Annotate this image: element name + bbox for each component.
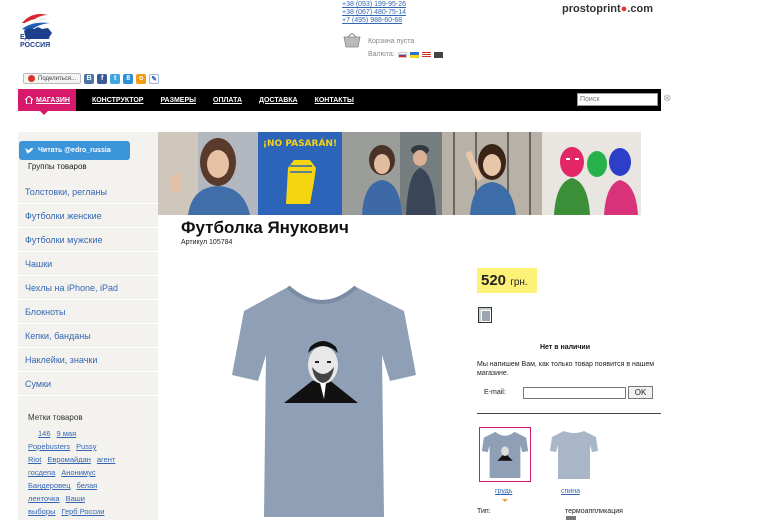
brand-tld: .com	[627, 3, 654, 15]
thumbnail-back-label[interactable]: спина	[561, 488, 580, 495]
tag-link[interactable]: Riot	[28, 453, 41, 466]
product-price: 520 грн.	[477, 268, 537, 293]
facebook-icon[interactable]: f	[97, 73, 108, 84]
twitter-follow-label: Читать @edro_russia	[38, 147, 111, 154]
tag-cloud: 146 9 мая Popebusters Pussy Riot Евромайдан…	[28, 427, 146, 518]
thumbnail-back[interactable]	[548, 427, 600, 482]
cart-status[interactable]: Корзина пуста	[343, 33, 414, 49]
brand-logo[interactable]: prostoprint●.com	[562, 3, 653, 15]
google-icon[interactable]: 8	[123, 73, 134, 84]
flag-ukraine-icon[interactable]	[409, 51, 419, 58]
category-item[interactable]: Футболки женские	[18, 204, 158, 228]
yandex-icon	[28, 75, 35, 82]
tag-link[interactable]: 9 мая	[57, 427, 77, 440]
tags-title: Метки товаров	[28, 413, 83, 422]
sidebar: Читать @edro_russia Группы товаров Толст…	[18, 132, 158, 520]
tag-link[interactable]: 146	[38, 427, 51, 440]
tag-link[interactable]: белая	[77, 479, 98, 492]
currency-selector: Валюта:	[368, 51, 443, 58]
nav-item-constructor[interactable]: КОНСТРУКТОР	[92, 89, 144, 111]
tag-link[interactable]: выборы	[28, 505, 55, 518]
share-button[interactable]: Поделиться...	[23, 73, 82, 84]
email-field[interactable]	[523, 387, 626, 399]
phone-link[interactable]: +7 (495) 988-60-68	[342, 17, 406, 25]
party-logo-text: ЕДИНАЯ РОССИЯ	[20, 34, 51, 49]
notify-ok-button[interactable]: OK	[628, 386, 653, 399]
category-item[interactable]: Сумки	[18, 372, 158, 396]
nav-item-payment[interactable]: ОПЛАТА	[213, 89, 242, 111]
tag-link[interactable]: Евромайдан	[47, 453, 91, 466]
product-tshirt-image[interactable]	[228, 285, 416, 520]
nav-label: МАГАЗИН	[36, 96, 70, 104]
banner-photo-police	[342, 132, 442, 215]
twitter-follow-button[interactable]: Читать @edro_russia	[19, 141, 130, 160]
tag-link[interactable]: Герб России	[61, 505, 104, 518]
nav-item-shop[interactable]: МАГАЗИН	[18, 89, 76, 115]
category-item[interactable]: Чехлы на iPhone, iPad	[18, 276, 158, 300]
cart-label: Корзина пуста	[367, 37, 415, 45]
category-item[interactable]: Кепки, банданы	[18, 324, 158, 348]
category-item[interactable]: Наклейки, значки	[18, 348, 158, 372]
livejournal-icon[interactable]: ✎	[149, 73, 160, 84]
search-input[interactable]	[577, 93, 658, 106]
basket-icon	[343, 33, 361, 48]
tag-link[interactable]: агент	[97, 453, 116, 466]
category-item[interactable]: Блокноты	[18, 300, 158, 324]
phone-list: +38 (093) 199-95-26 +38 (067) 480-75-14 …	[342, 1, 406, 25]
tag-link[interactable]: Popebusters	[28, 440, 70, 453]
banner-photo-cage	[442, 132, 542, 215]
print-type-value: термоаппликация	[565, 508, 623, 515]
groups-title: Группы товаров	[28, 162, 87, 171]
tag-link[interactable]: Pussy	[76, 440, 96, 453]
share-label: Поделиться...	[38, 75, 77, 82]
product-sku: Артикул 105784	[181, 239, 233, 246]
promo-banner[interactable]: ¡NO PASARÁN!	[158, 132, 641, 215]
tag-link[interactable]: госдепа	[28, 466, 55, 479]
price-value: 520	[481, 272, 507, 289]
tag-link[interactable]: Бандеровец	[28, 479, 71, 492]
vk-icon[interactable]: B	[84, 73, 95, 84]
phone-link[interactable]: +38 (067) 480-75-14	[342, 9, 406, 17]
search-clear-icon[interactable]: ⊗	[663, 93, 671, 105]
main-nav: МАГАЗИН КОНСТРУКТОР РАЗМЕРЫ ОПЛАТА ДОСТА…	[18, 89, 671, 115]
divider	[477, 413, 661, 414]
twitter-bird-icon	[25, 147, 34, 153]
tag-link[interactable]: Ваши	[66, 492, 85, 505]
print-type-label: Тип:	[477, 508, 491, 515]
stock-status: Нет в наличии	[540, 344, 591, 351]
brand-name: prostoprint	[562, 3, 621, 15]
category-item[interactable]: Чашки	[18, 252, 158, 276]
banner-no-pasaran-fist: ¡NO PASARÁN!	[258, 132, 342, 215]
banner-sign-text: ¡NO PASARÁN!	[263, 137, 337, 149]
share-bar: Поделиться... B f t 8 o ✎	[23, 73, 160, 84]
selected-marker-icon	[502, 499, 508, 502]
product-title: Футболка Янукович	[181, 218, 349, 237]
notify-text: Мы напишем Вам, как только товар появитс…	[477, 361, 655, 377]
flag-usa-icon[interactable]	[421, 51, 431, 58]
odnoklassniki-icon[interactable]: o	[136, 73, 147, 84]
banner-photo-balaclavas	[542, 132, 641, 215]
category-list: Толстовки, регланы Футболки женские Футб…	[18, 180, 158, 396]
tag-link[interactable]: Анонимус	[61, 466, 95, 479]
thumbnail-front[interactable]	[479, 427, 531, 482]
email-label: E-mail:	[484, 389, 506, 396]
flag-eu-icon[interactable]	[433, 51, 443, 58]
twitter-icon[interactable]: t	[110, 73, 121, 84]
price-currency: грн.	[510, 277, 528, 288]
category-item[interactable]: Футболки мужские	[18, 228, 158, 252]
flag-russia-icon[interactable]	[397, 51, 407, 58]
banner-photo-woman	[158, 132, 258, 215]
phone-link[interactable]: +38 (093) 199-95-26	[342, 1, 406, 9]
thumbnail-front-label[interactable]: грудь	[495, 488, 512, 495]
category-item[interactable]: Толстовки, регланы	[18, 180, 158, 204]
tag-link[interactable]: ленточка	[28, 492, 60, 505]
nav-item-sizes[interactable]: РАЗМЕРЫ	[160, 89, 196, 111]
nav-item-contacts[interactable]: КОНТАКТЫ	[315, 89, 354, 111]
currency-label: Валюта:	[368, 51, 395, 58]
print-type-checkbox[interactable]	[566, 516, 576, 520]
home-icon	[25, 96, 33, 104]
nav-item-delivery[interactable]: ДОСТАВКА	[259, 89, 298, 111]
color-swatch-heather-blue[interactable]	[478, 307, 492, 323]
